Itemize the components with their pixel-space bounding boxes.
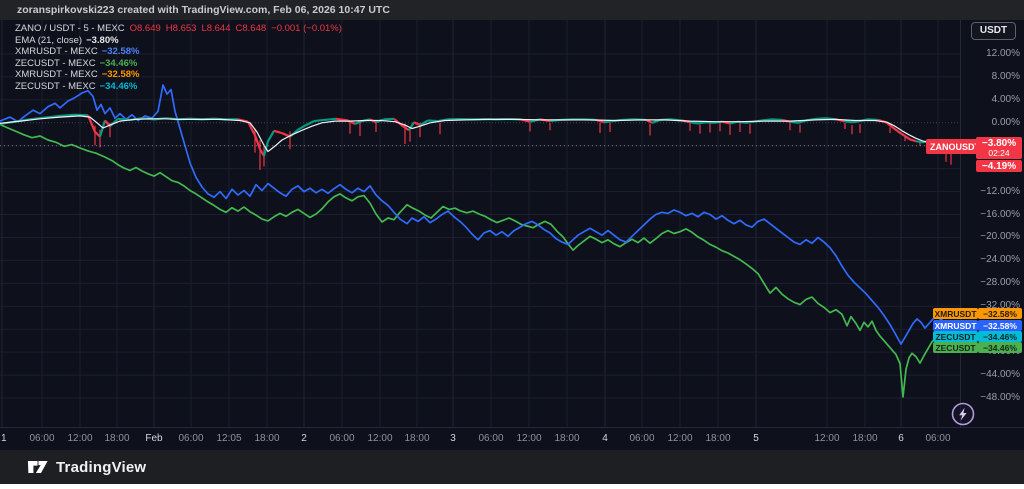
price-axis[interactable]: USDT 12.00%8.00%4.00%0.00%−4.00%−8.00%−1…	[960, 20, 1024, 427]
legend-row-xmr[interactable]: XMRUSDT - MEXC−32.58%	[15, 69, 342, 81]
legend-row-title: EMA (21, close)	[15, 35, 82, 46]
legend-symbol-title: ZANO / USDT - 5 - MEXC	[15, 23, 125, 34]
compare-value-3: −34.46%	[978, 342, 1022, 353]
legend-row-value: −32.58%	[98, 69, 140, 80]
time-axis[interactable]: 106:0012:0018:00Feb06:0012:0518:00206:00…	[0, 427, 1024, 451]
chart-legend: ZANO / USDT - 5 - MEXCO8.649H8.653L8.644…	[15, 23, 342, 93]
legend-ohlc-value: L8.644	[196, 23, 230, 34]
legend-ohlc-value: H8.653	[161, 23, 197, 34]
price-axis-label: 4.00%	[992, 94, 1020, 105]
price-axis-label: −44.00%	[980, 369, 1020, 380]
price-axis-label: −12.00%	[980, 186, 1020, 197]
legend-row-title: XMRUSDT - MEXC	[15, 46, 98, 57]
time-axis-label: 1	[1, 433, 13, 444]
legend-row-title: ZECUSDT - MEXC	[15, 81, 96, 92]
tradingview-logo-icon	[27, 456, 49, 478]
price-axis-label: −24.00%	[980, 254, 1020, 265]
price-axis-label: 12.00%	[986, 48, 1020, 59]
footer-bar: TradingView	[0, 450, 1024, 484]
compare-tag-0: XMRUSDT	[933, 308, 978, 319]
attribution-bar: zoranspirkovski223 created with TradingV…	[0, 0, 1024, 20]
price-axis-label: 8.00%	[992, 71, 1020, 82]
compare-value-2: −34.46%	[978, 331, 1022, 342]
legend-row-symbol[interactable]: ZANO / USDT - 5 - MEXCO8.649H8.653L8.644…	[15, 23, 342, 35]
legend-row-value: −3.80%	[82, 35, 119, 46]
legend-row-xmr[interactable]: XMRUSDT - MEXC−32.58%	[15, 46, 342, 58]
legend-row-value: −34.46%	[96, 81, 138, 92]
attribution-text: zoranspirkovski223 created with TradingV…	[17, 0, 390, 20]
time-axis-label: 06:00	[916, 433, 960, 444]
compare-value-1: −32.58%	[978, 320, 1022, 331]
legend-row-title: ZECUSDT - MEXC	[15, 58, 96, 69]
time-axis-label: 5	[734, 433, 778, 444]
currency-toggle-button[interactable]: USDT	[971, 22, 1016, 40]
quick-snapshot-button[interactable]	[950, 401, 976, 427]
price-axis-label: 0.00%	[992, 117, 1020, 128]
legend-row-value: −34.46%	[96, 58, 138, 69]
lightning-icon	[950, 401, 976, 427]
compare-tag-1: XMRUSDT	[933, 320, 978, 331]
legend-row-title: XMRUSDT - MEXC	[15, 69, 98, 80]
bottom-white-strip	[0, 484, 1024, 489]
legend-row-value: −32.58%	[98, 46, 140, 57]
tradingview-logo[interactable]: TradingView	[27, 456, 146, 478]
ema-price-value: −4.19%	[976, 160, 1022, 172]
zano-price-value-countdown: −3.80%02:24	[976, 137, 1022, 159]
legend-row-zec[interactable]: ZECUSDT - MEXC−34.46%	[15, 81, 342, 93]
price-axis-label: −16.00%	[980, 209, 1020, 220]
tradingview-wordmark: TradingView	[56, 459, 146, 476]
legend-ohlc-value: −0.001 (−0.01%)	[266, 23, 342, 34]
price-axis-label: −48.00%	[980, 392, 1020, 403]
legend-ohlc-value: C8.648	[231, 23, 267, 34]
price-axis-label: −28.00%	[980, 277, 1020, 288]
legend-ohlc-value: O8.649	[125, 23, 161, 34]
compare-value-0: −32.58%	[978, 308, 1022, 319]
compare-tag-3: ZECUSDT	[933, 342, 978, 353]
legend-row-ema[interactable]: EMA (21, close)−3.80%	[15, 35, 342, 47]
price-axis-label: −20.00%	[980, 231, 1020, 242]
tradingview-snapshot: zoranspirkovski223 created with TradingV…	[0, 0, 1024, 489]
legend-row-zec[interactable]: ZECUSDT - MEXC−34.46%	[15, 58, 342, 70]
compare-tag-2: ZECUSDT	[933, 331, 978, 342]
